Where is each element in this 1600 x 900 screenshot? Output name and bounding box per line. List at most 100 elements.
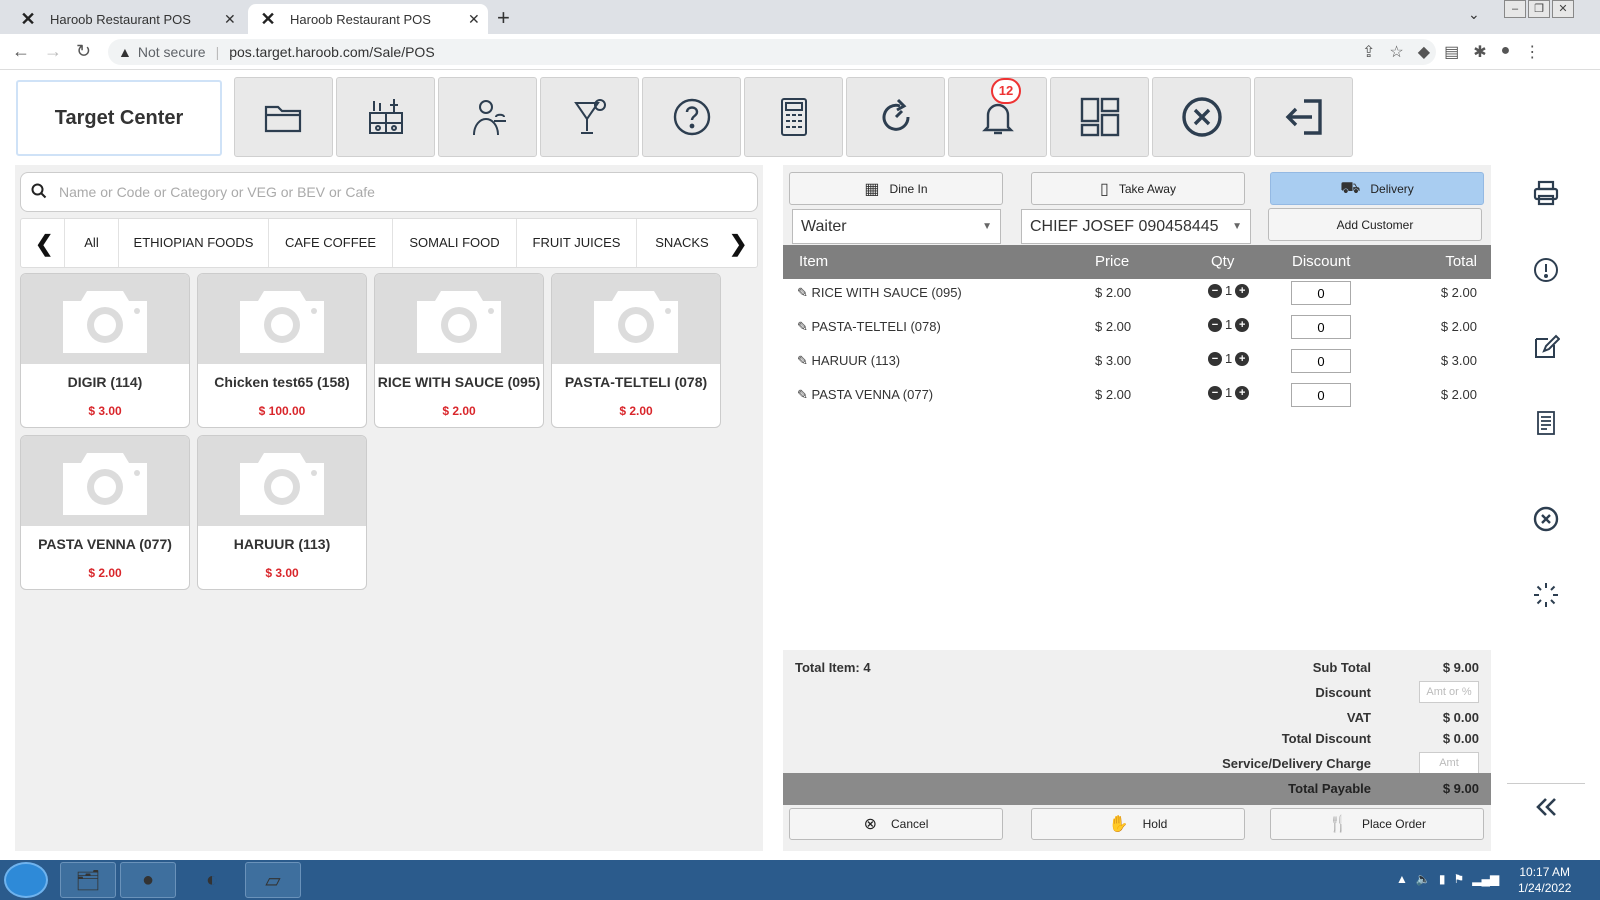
cancel-button[interactable]: ⊗ Cancel (789, 808, 1003, 840)
category-snacks[interactable]: SNACKS (637, 219, 727, 267)
printer-icon[interactable] (1526, 173, 1566, 213)
order-item[interactable]: ✎ PASTA-TELTELI (078) (797, 319, 941, 335)
bookmark-star-icon[interactable]: ☆ (1389, 42, 1403, 62)
edit-pencil-icon[interactable]: ✎ (797, 285, 812, 300)
extension-shield-icon[interactable]: ◆ (1418, 42, 1430, 62)
shopping-bag-icon: ▯ (1100, 180, 1109, 198)
product-card[interactable]: Chicken test65 (158) $ 100.00 (197, 273, 367, 428)
tray-expand-icon[interactable]: ▲ (1396, 872, 1408, 886)
browser-tab-1[interactable]: ✕ Haroob Restaurant POS ✕ (8, 4, 244, 34)
app-window-icon[interactable]: ▱ (245, 862, 301, 898)
place-order-button[interactable]: 🍴 Place Order (1270, 808, 1484, 840)
hold-button[interactable]: ✋ Hold (1031, 808, 1245, 840)
edit-pencil-icon[interactable]: ✎ (797, 319, 812, 334)
discount-input[interactable] (1291, 349, 1351, 373)
restore-icon[interactable]: ❐ (1528, 0, 1550, 18)
windows-start-icon[interactable] (4, 862, 48, 898)
plus-icon[interactable]: + (1235, 351, 1250, 366)
close-session-button[interactable] (1152, 77, 1251, 157)
product-card[interactable]: RICE WITH SAUCE (095) $ 2.00 (374, 273, 544, 428)
table-icon: ▦ (864, 180, 880, 198)
plus-icon[interactable]: + (1235, 283, 1250, 298)
category-ethiopian-foods[interactable]: ETHIOPIAN FOODS (119, 219, 269, 267)
minus-icon[interactable]: − (1208, 283, 1222, 298)
url-field[interactable]: ▲ Not secure | pos.target.haroob.com/Sal… (108, 39, 1436, 65)
calculator-button[interactable] (744, 77, 843, 157)
category-bar: ❮ All ETHIOPIAN FOODS CAFE COFFEE SOMALI… (20, 218, 758, 268)
discount-input[interactable] (1291, 383, 1351, 407)
browser-menu-icon[interactable]: ⋮ (1524, 42, 1540, 62)
edit-pencil-icon[interactable]: ✎ (797, 353, 812, 368)
open-folder-button[interactable] (234, 77, 333, 157)
category-fruit-juices[interactable]: FRUIT JUICES (517, 219, 637, 267)
plus-icon[interactable]: + (1235, 385, 1250, 400)
refresh-button[interactable] (846, 77, 945, 157)
collapse-double-chevron-icon[interactable] (1526, 787, 1566, 827)
browser-tab-2[interactable]: ✕ Haroob Restaurant POS ✕ (248, 4, 488, 34)
discount-input[interactable] (1291, 281, 1351, 305)
help-button[interactable] (642, 77, 741, 157)
product-card[interactable]: DIGIR (114) $ 3.00 (20, 273, 190, 428)
os-taskbar: 🗂 ● ◐ ▱ ▲ 🔈 ▮ ⚑ ▂▄▆ 10:17 AM 1/24/2022 (0, 860, 1600, 900)
dine-in-button[interactable]: ▦ Dine In (789, 172, 1003, 205)
waiter-select[interactable]: Waiter ▼ (792, 209, 1001, 244)
volume-icon[interactable]: 🔈 (1416, 872, 1431, 886)
logout-button[interactable] (1254, 77, 1353, 157)
add-customer-button[interactable]: Add Customer (1268, 208, 1482, 241)
signal-icon[interactable]: ▂▄▆ (1472, 872, 1499, 886)
receipt-icon[interactable] (1526, 403, 1566, 443)
service-charge-input[interactable]: Amt (1419, 752, 1479, 774)
category-cafe-coffee[interactable]: CAFE COFFEE (269, 219, 393, 267)
plus-icon[interactable]: + (1235, 317, 1250, 332)
extensions-puzzle-icon[interactable]: ✱ (1473, 42, 1486, 62)
profile-avatar-icon[interactable]: ● (1501, 42, 1511, 62)
edit-icon[interactable] (1526, 327, 1566, 367)
product-card[interactable]: PASTA-TELTELI (078) $ 2.00 (551, 273, 721, 428)
tab-search-chevron-icon[interactable]: ⌄ (1468, 6, 1480, 23)
extension-doc-icon[interactable]: ▤ (1444, 42, 1459, 62)
order-item[interactable]: ✎ PASTA VENNA (077) (797, 387, 933, 403)
waiter-button[interactable] (438, 77, 537, 157)
battery-icon[interactable]: ▮ (1439, 872, 1446, 886)
category-next-icon[interactable]: ❯ (729, 231, 747, 257)
take-away-button[interactable]: ▯ Take Away (1031, 172, 1245, 205)
new-tab-icon[interactable]: + (497, 5, 510, 31)
category-somali-food[interactable]: SOMALI FOOD (393, 219, 517, 267)
network-flag-icon[interactable]: ⚑ (1453, 872, 1464, 886)
tab-close-icon[interactable]: ✕ (224, 11, 244, 28)
product-card[interactable]: HARUUR (113) $ 3.00 (197, 435, 367, 590)
reload-icon[interactable]: ↻ (76, 41, 91, 62)
order-item[interactable]: ✎ RICE WITH SAUCE (095) (797, 285, 962, 301)
back-icon[interactable]: ← (12, 41, 30, 62)
minus-icon[interactable]: − (1208, 317, 1222, 332)
product-search[interactable] (20, 172, 758, 212)
customer-select[interactable]: CHIEF JOSEF 090458445 ▼ (1021, 209, 1251, 244)
minus-icon[interactable]: − (1208, 351, 1222, 366)
tab-close-icon[interactable]: ✕ (468, 11, 488, 28)
search-input[interactable] (59, 184, 709, 200)
kitchen-button[interactable] (336, 77, 435, 157)
product-card[interactable]: PASTA VENNA (077) $ 2.00 (20, 435, 190, 590)
category-all[interactable]: All (65, 219, 119, 267)
dashboard-button[interactable] (1050, 77, 1149, 157)
order-discount-input[interactable]: Amt or % (1419, 681, 1479, 703)
minus-icon[interactable]: − (1208, 385, 1222, 400)
window-close-icon[interactable]: ✕ (1552, 0, 1574, 18)
qty-value: 1 (1225, 317, 1233, 332)
bar-button[interactable] (540, 77, 639, 157)
order-item[interactable]: ✎ HARUUR (113) (797, 353, 900, 369)
delivery-button[interactable]: ⛟ Delivery (1270, 172, 1484, 205)
forward-icon[interactable]: → (44, 41, 62, 62)
edit-pencil-icon[interactable]: ✎ (797, 387, 812, 402)
order-row: ✎ HARUUR (113) $ 3.00 −1+ $ 3.00 (783, 347, 1491, 381)
minimize-icon[interactable]: – (1504, 0, 1526, 18)
share-icon[interactable]: ⇪ (1362, 42, 1375, 62)
close-circle-icon[interactable] (1526, 499, 1566, 539)
chrome-icon[interactable]: ● (120, 862, 176, 898)
notifications-button[interactable]: 12 (948, 77, 1047, 157)
info-alert-icon[interactable] (1526, 250, 1566, 290)
discount-input[interactable] (1291, 315, 1351, 339)
edge-icon[interactable]: ◐ (184, 862, 240, 898)
clock[interactable]: 10:17 AM 1/24/2022 (1518, 864, 1571, 896)
file-explorer-icon[interactable]: 🗂 (60, 862, 116, 898)
